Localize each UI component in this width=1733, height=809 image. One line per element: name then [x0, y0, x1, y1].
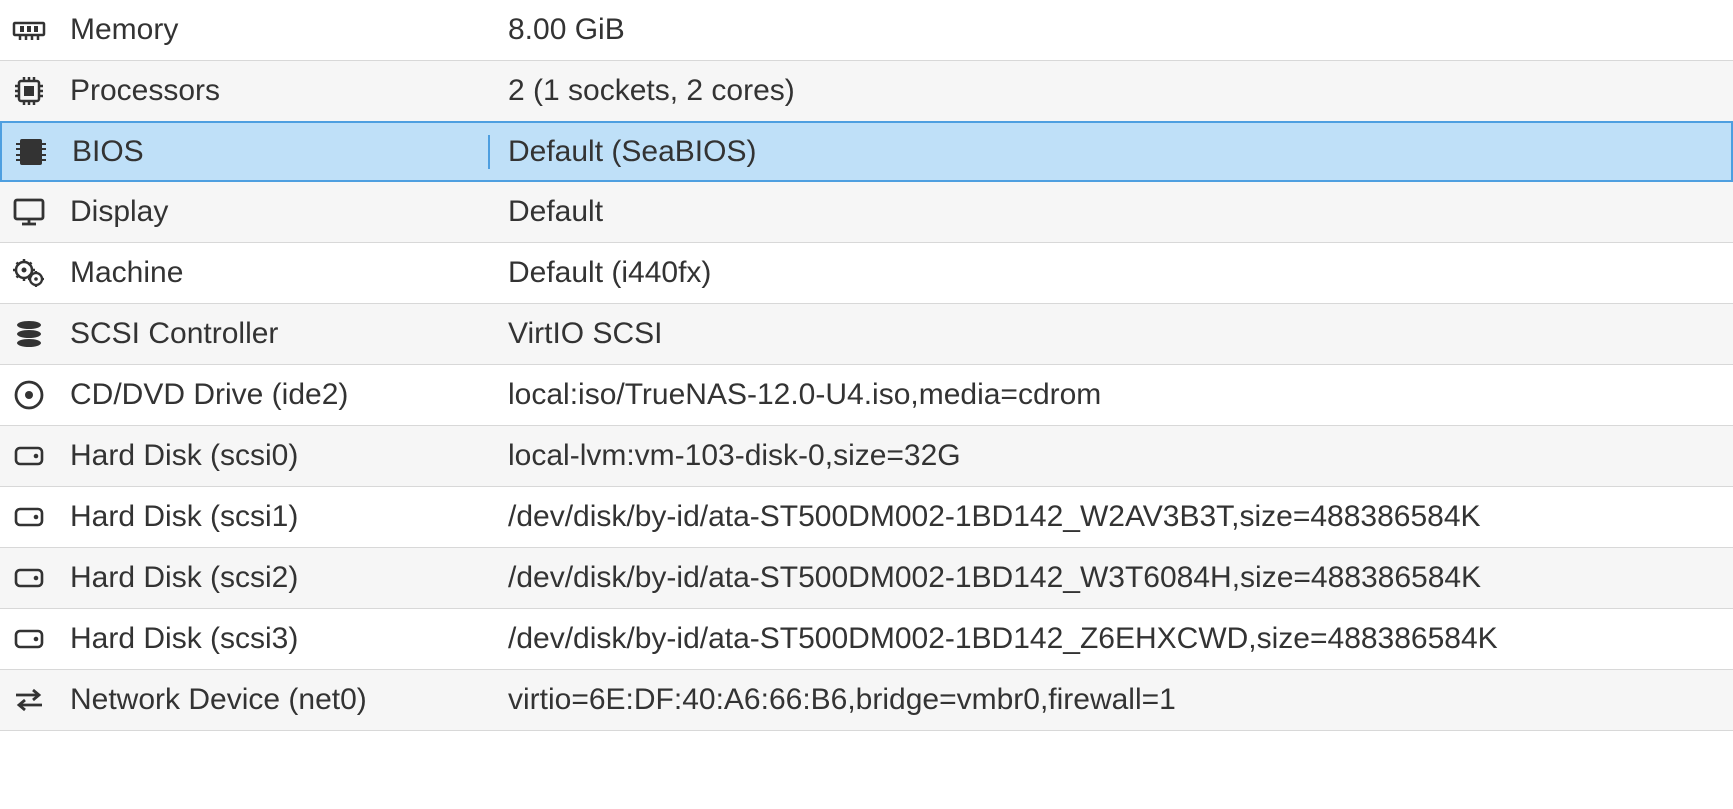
display-icon — [0, 195, 58, 229]
hardware-value: local:iso/TrueNAS-12.0-U4.iso,media=cdro… — [488, 378, 1733, 412]
hardware-label: Hard Disk (scsi2) — [58, 561, 488, 595]
hardware-value: /dev/disk/by-id/ata-ST500DM002-1BD142_W2… — [488, 500, 1733, 534]
hardware-label: SCSI Controller — [58, 317, 488, 351]
hdd-icon — [0, 439, 58, 473]
hdd-icon — [0, 561, 58, 595]
hardware-label: Machine — [58, 256, 488, 290]
network-icon — [0, 683, 58, 717]
hardware-row[interactable]: Memory8.00 GiB — [0, 0, 1733, 61]
hardware-value: virtio=6E:DF:40:A6:66:B6,bridge=vmbr0,fi… — [488, 683, 1733, 717]
hardware-value: local-lvm:vm-103-disk-0,size=32G — [488, 439, 1733, 473]
hardware-label: Hard Disk (scsi3) — [58, 622, 488, 656]
hardware-value: Default (i440fx) — [488, 256, 1733, 290]
machine-icon — [0, 256, 58, 290]
hardware-value: VirtIO SCSI — [488, 317, 1733, 351]
hardware-row[interactable]: MachineDefault (i440fx) — [0, 243, 1733, 304]
hardware-row[interactable]: CD/DVD Drive (ide2)local:iso/TrueNAS-12.… — [0, 365, 1733, 426]
hardware-label: Display — [58, 195, 488, 229]
hardware-row[interactable]: Hard Disk (scsi0)local-lvm:vm-103-disk-0… — [0, 426, 1733, 487]
hardware-value: Default — [488, 195, 1733, 229]
hardware-label: Memory — [58, 13, 488, 47]
cpu-icon — [0, 74, 58, 108]
hardware-label: BIOS — [60, 135, 490, 169]
memory-icon — [0, 13, 58, 47]
disc-icon — [0, 378, 58, 412]
hardware-label: Hard Disk (scsi1) — [58, 500, 488, 534]
hardware-row[interactable]: Hard Disk (scsi2)/dev/disk/by-id/ata-ST5… — [0, 548, 1733, 609]
bios-icon — [2, 135, 60, 169]
scsi-icon — [0, 317, 58, 351]
hardware-row[interactable]: BIOSDefault (SeaBIOS) — [0, 121, 1733, 182]
hardware-list: Memory8.00 GiBProcessors2 (1 sockets, 2 … — [0, 0, 1733, 731]
hardware-row[interactable]: SCSI ControllerVirtIO SCSI — [0, 304, 1733, 365]
hardware-label: Processors — [58, 74, 488, 108]
hardware-value: Default (SeaBIOS) — [488, 135, 1731, 169]
hardware-row[interactable]: Processors2 (1 sockets, 2 cores) — [0, 61, 1733, 122]
hardware-row[interactable]: Hard Disk (scsi1)/dev/disk/by-id/ata-ST5… — [0, 487, 1733, 548]
hardware-label: Network Device (net0) — [58, 683, 488, 717]
hardware-row[interactable]: Network Device (net0)virtio=6E:DF:40:A6:… — [0, 670, 1733, 731]
hardware-row[interactable]: Hard Disk (scsi3)/dev/disk/by-id/ata-ST5… — [0, 609, 1733, 670]
hardware-value: /dev/disk/by-id/ata-ST500DM002-1BD142_W3… — [488, 561, 1733, 595]
hdd-icon — [0, 622, 58, 656]
hardware-value: 2 (1 sockets, 2 cores) — [488, 74, 1733, 108]
hardware-label: Hard Disk (scsi0) — [58, 439, 488, 473]
hdd-icon — [0, 500, 58, 534]
hardware-value: 8.00 GiB — [488, 13, 1733, 47]
hardware-label: CD/DVD Drive (ide2) — [58, 378, 488, 412]
hardware-value: /dev/disk/by-id/ata-ST500DM002-1BD142_Z6… — [488, 622, 1733, 656]
hardware-row[interactable]: DisplayDefault — [0, 182, 1733, 243]
